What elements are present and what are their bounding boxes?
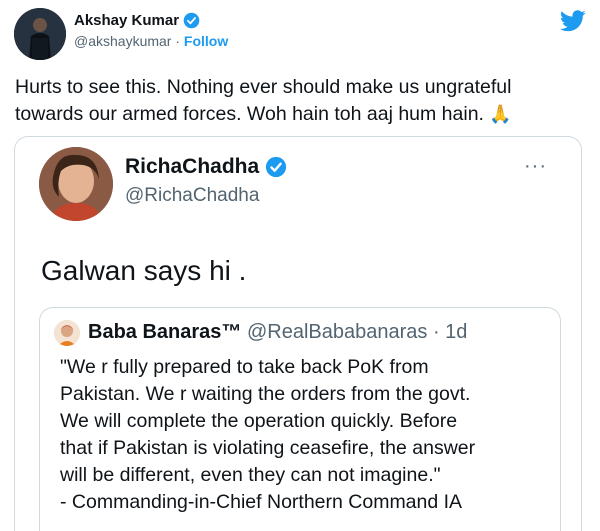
more-options-icon[interactable]: ··· bbox=[524, 155, 547, 178]
author-name[interactable]: Akshay Kumar bbox=[74, 12, 179, 29]
avatar[interactable] bbox=[14, 8, 66, 60]
nested-text-line: - Commanding-in-Chief Northern Command I… bbox=[60, 491, 463, 513]
nested-author-name[interactable]: Baba Banaras™ bbox=[88, 321, 241, 343]
nested-avatar[interactable] bbox=[54, 320, 80, 346]
author-block: Akshay Kumar @akshaykumar · Follow bbox=[74, 12, 228, 49]
tweet-card: Akshay Kumar @akshaykumar · Follow Hurts… bbox=[0, 0, 600, 531]
tweet-body: Hurts to see this. Nothing ever should m… bbox=[15, 76, 512, 125]
quoted-tweet-text: Galwan says hi . bbox=[41, 255, 247, 286]
verified-badge-icon bbox=[183, 12, 200, 29]
quoted-author-handle[interactable]: @RichaChadha bbox=[125, 185, 259, 207]
nested-text-line: "We r fully prepared to take back PoK fr… bbox=[60, 356, 429, 378]
author-handle[interactable]: @akshaykumar bbox=[74, 33, 171, 49]
nested-text-line: will be different, even they can not ima… bbox=[60, 464, 441, 486]
nested-quoted-tweet[interactable]: Baba Banaras™ @RealBababanaras · 1d "We … bbox=[39, 307, 561, 531]
tweet-text: Hurts to see this. Nothing ever should m… bbox=[15, 74, 585, 128]
nested-text-line: Pakistan. We r waiting the orders from t… bbox=[60, 383, 471, 405]
nested-header: Baba Banaras™ @RealBababanaras · 1d bbox=[88, 321, 467, 344]
nested-timestamp[interactable]: · 1d bbox=[427, 321, 467, 343]
follow-button[interactable]: Follow bbox=[184, 33, 228, 49]
verified-badge-icon bbox=[266, 156, 287, 178]
nested-author-handle[interactable]: @RealBababanaras bbox=[247, 321, 427, 343]
quoted-author-name[interactable]: RichaChadha bbox=[125, 155, 259, 179]
nested-tweet-text: "We r fully prepared to take back PoK fr… bbox=[60, 354, 560, 516]
nested-text-line: We will complete the operation quickly. … bbox=[60, 410, 458, 432]
nested-text-line: that if Pakistan is violating ceasefire,… bbox=[60, 437, 476, 459]
quoted-avatar[interactable] bbox=[39, 147, 113, 221]
quoted-tweet[interactable]: RichaChadha @RichaChadha ··· Galwan says… bbox=[14, 136, 582, 531]
twitter-bird-icon[interactable] bbox=[560, 10, 586, 32]
handle-separator: · bbox=[171, 33, 184, 49]
pray-emoji: 🙏 bbox=[489, 104, 512, 124]
